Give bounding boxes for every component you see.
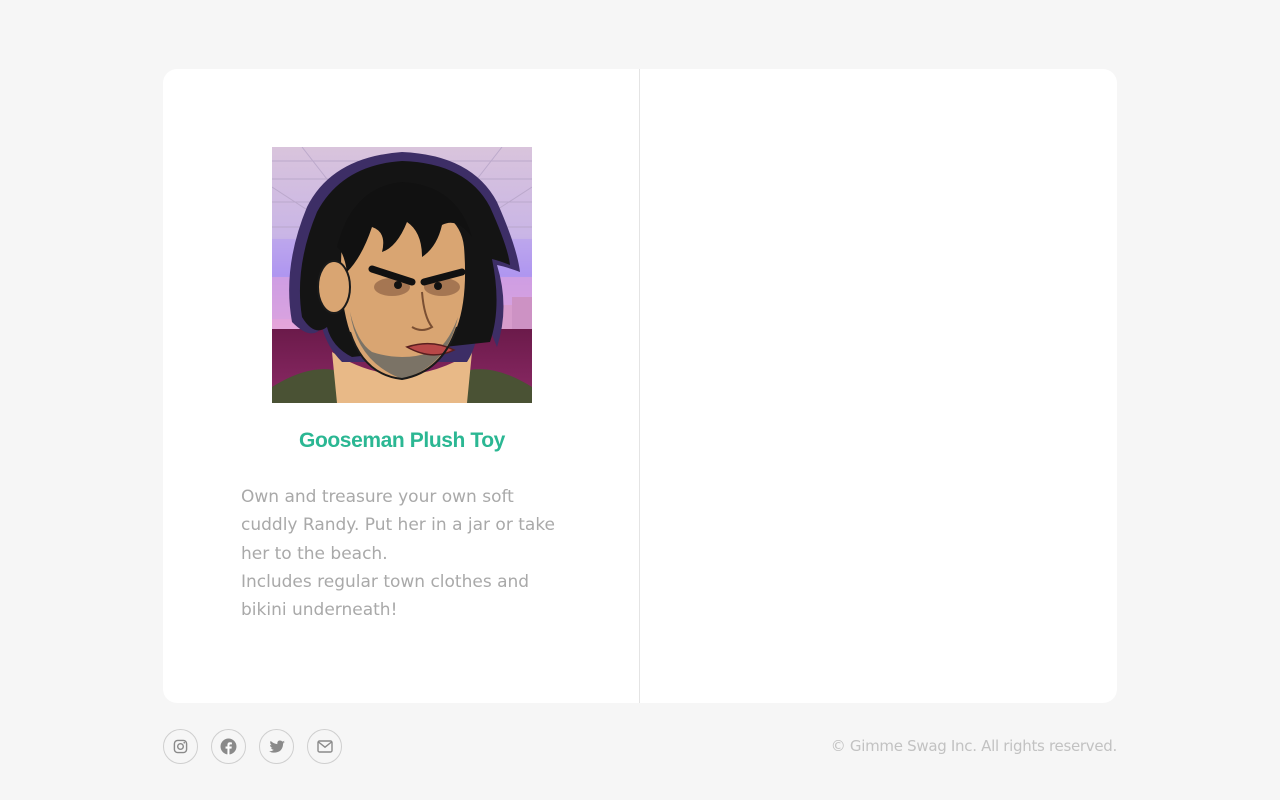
facebook-icon [220, 738, 237, 755]
email-button[interactable] [307, 729, 342, 764]
facebook-button[interactable] [211, 729, 246, 764]
envelope-icon [316, 740, 333, 753]
instagram-button[interactable] [163, 729, 198, 764]
instagram-icon [173, 739, 188, 754]
product-title: Gooseman Plush Toy [299, 429, 505, 452]
twitter-icon [268, 740, 285, 753]
empty-right-panel [640, 69, 1117, 703]
twitter-button[interactable] [259, 729, 294, 764]
copyright-text: © Gimme Swag Inc. All rights reserved. [830, 737, 1118, 755]
product-image [272, 147, 532, 403]
product-card: Gooseman Plush Toy Own and treasure your… [163, 69, 1117, 703]
description-paragraph: Includes regular town clothes and bikini… [241, 571, 530, 621]
product-info-panel: Gooseman Plush Toy Own and treasure your… [163, 69, 639, 703]
footer: © Gimme Swag Inc. All rights reserved. [163, 729, 1117, 764]
social-links [163, 729, 342, 764]
product-description: Own and treasure your own soft cuddly Ra… [241, 483, 571, 624]
description-paragraph: Own and treasure your own soft cuddly Ra… [241, 487, 556, 564]
